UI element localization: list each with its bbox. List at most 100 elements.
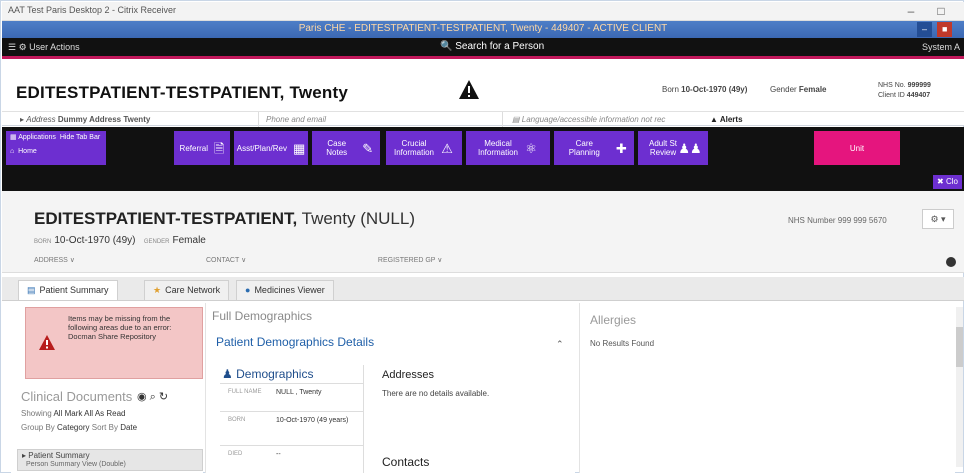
tab-label: Care Network: [165, 285, 221, 295]
document-icon: ▤: [512, 115, 522, 124]
group-by-select[interactable]: Category: [57, 423, 89, 432]
search-icon: 🔍: [440, 41, 453, 52]
scroll-thumb[interactable]: [956, 327, 963, 367]
registered-gp-dropdown[interactable]: REGISTERED GP ∨: [378, 256, 443, 264]
address-value: Dummy Address Twenty: [57, 115, 151, 124]
maximize-button[interactable]: □: [927, 3, 955, 20]
born-label: Born: [662, 85, 679, 94]
alert-text: Items may be missing from the following …: [68, 314, 172, 341]
demo-row-born: BORN 10-Oct-1970 (49 years): [220, 411, 364, 445]
home-button[interactable]: ⌂ Home: [10, 148, 37, 155]
warning-icon: ⚠: [441, 140, 453, 156]
crucial-info-label: Crucial Information: [393, 139, 435, 157]
unit-button[interactable]: Unit: [814, 131, 900, 165]
document-arrow-icon: 🗎: [214, 140, 225, 156]
close-icon: ✖: [937, 177, 946, 186]
case-notes-label: Case Notes: [326, 139, 348, 157]
system-menu[interactable]: System A: [922, 42, 960, 52]
medical-info-button[interactable]: Medical Information ⚛: [466, 131, 550, 165]
actions-bar: ☰ ⚙ User Actions 🔍 Search for a Person S…: [2, 38, 964, 56]
banner-ids: NHS No. 999999 Client ID 449407: [878, 81, 931, 101]
assessment-button[interactable]: Asst/Plan/Rev ▦: [234, 131, 308, 165]
client-value: 449407: [906, 92, 931, 99]
addresses-empty: There are no details available.: [382, 389, 490, 398]
summary-title: ▸ Patient Summary: [22, 451, 90, 460]
tree-icon: ▸: [22, 451, 27, 460]
right-scrollbar[interactable]: [956, 307, 963, 467]
minimize-button[interactable]: –: [897, 3, 925, 20]
tab-medicines-viewer[interactable]: ● Medicines Viewer: [236, 280, 334, 300]
sort-by-select[interactable]: Date: [120, 423, 137, 432]
app-maximize-button[interactable]: ■: [937, 22, 953, 37]
banner-subbar: ▸ Address Dummy Address Twenty Phone and…: [2, 111, 964, 127]
language-value: Language/accessible information not rec: [521, 115, 666, 124]
care-planning-button[interactable]: Care Planning ✚: [554, 131, 634, 165]
allergies-panel: Allergies No Results Found: [579, 303, 955, 473]
person-icon: ♟: [222, 367, 233, 381]
citrix-window: AAT Test Paris Desktop 2 - Citrix Receiv…: [0, 0, 964, 473]
home-icon: ⌂: [10, 148, 15, 155]
born-value: 10-Oct-1970 (49y): [54, 235, 136, 246]
full-demographics-title: Full Demographics: [212, 309, 313, 323]
client-label: Client ID: [878, 92, 905, 99]
demo-key: FULL NAME: [228, 389, 262, 395]
showing-row: Showing All Mark All As Read: [21, 409, 126, 418]
warning-icon[interactable]: [458, 79, 480, 101]
close-tab-button[interactable]: ✖ Clo: [933, 175, 962, 189]
showing-all-link[interactable]: All: [53, 409, 62, 418]
tab-label: Medicines Viewer: [254, 285, 325, 295]
tab-care-network[interactable]: ★ Care Network: [144, 280, 230, 300]
people-icon: ♟♟: [678, 140, 702, 156]
pill-icon: ●: [245, 285, 251, 295]
demo-row-died: DIED --: [220, 445, 364, 473]
mark-all-read-link[interactable]: Mark All As Read: [65, 409, 126, 418]
app-title: Paris CHE - EDITESTPATIENT-TESTPATIENT, …: [298, 23, 668, 34]
banner-alerts[interactable]: ▲ Alerts: [710, 115, 743, 124]
clinical-doc-tools[interactable]: ◉ ⌕ ↻: [137, 390, 168, 404]
user-actions-menu[interactable]: ☰ ⚙ User Actions: [8, 42, 80, 53]
search-label: Search for a Person: [455, 41, 545, 52]
patient-name: EDITESTPATIENT-TESTPATIENT, Twenty (NULL…: [34, 209, 415, 229]
person-search[interactable]: 🔍 Search for a Person: [440, 41, 544, 52]
settings-button[interactable]: ⚙ ▾: [922, 209, 954, 229]
banner-address[interactable]: ▸ Address Dummy Address Twenty: [20, 115, 150, 124]
hide-bar-label: Hide Tab Bar: [59, 134, 101, 141]
born-value: 10-Oct-1970 (49y): [681, 85, 748, 94]
chart-icon: ▤: [27, 285, 36, 295]
crucial-info-button[interactable]: Crucial Information ⚠: [386, 131, 462, 165]
demo-key: DIED: [228, 451, 243, 457]
demo-value: NULL , Twenty: [276, 389, 322, 396]
alerts-label: Alerts: [719, 115, 743, 124]
referral-label: Referral: [179, 143, 208, 153]
banner-born: Born 10-Oct-1970 (49y): [662, 85, 747, 94]
patient-header: EDITESTPATIENT-TESTPATIENT, Twenty (NULL…: [2, 191, 964, 273]
demographics-box: ♟ Demographics FULL NAME NULL , Twenty B…: [220, 365, 364, 473]
demo-value: 10-Oct-1970 (49 years): [276, 417, 349, 424]
warning-icon: [39, 335, 55, 350]
allergies-title: Allergies: [590, 313, 637, 327]
tab-patient-summary[interactable]: ▤ Patient Summary: [18, 280, 118, 300]
demographics-title: ♟ Demographics: [222, 367, 313, 381]
referral-button[interactable]: Referral 🗎: [174, 131, 230, 165]
demo-key: BORN: [228, 417, 246, 423]
nhs-value: 999999: [907, 82, 931, 89]
applications-button[interactable]: ▦ Applications Hide Tab Bar: [10, 133, 100, 141]
patient-summary-item[interactable]: ▸ Patient Summary Person Summary View (D…: [17, 449, 203, 471]
case-notes-button[interactable]: Case Notes ✎: [312, 131, 380, 165]
applications-panel: ▦ Applications Hide Tab Bar ⌂ Home: [6, 131, 106, 165]
address-dropdown[interactable]: ADDRESS ∨: [34, 256, 204, 264]
patient-meta: BORN 10-Oct-1970 (49y) GENDER Female: [34, 235, 206, 246]
gender-label: GENDER: [143, 239, 170, 245]
scroll-up-icon[interactable]: ⌃: [556, 339, 564, 350]
contact-dropdown[interactable]: CONTACT ∨: [206, 256, 376, 264]
summary-sub: Person Summary View (Double): [26, 461, 126, 468]
info-icon[interactable]: [946, 257, 956, 267]
divider: [502, 112, 503, 127]
demo-value: --: [276, 451, 281, 458]
allergies-empty: No Results Found: [590, 339, 655, 348]
window-titlebar: AAT Test Paris Desktop 2 - Citrix Receiv…: [2, 2, 964, 21]
app-minimize-button[interactable]: –: [917, 22, 933, 37]
adult-review-button[interactable]: Adult St Review ♟♟: [638, 131, 708, 165]
demographics-details-title: Patient Demographics Details: [216, 335, 375, 349]
close-label: Clo: [945, 177, 958, 186]
